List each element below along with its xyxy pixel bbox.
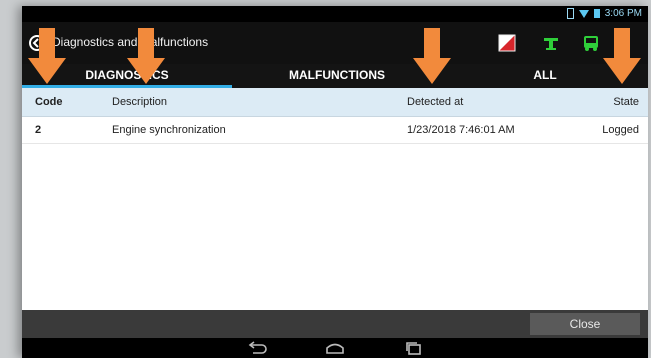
close-button[interactable]: Close [530,313,640,335]
status-time: 3:06 PM [604,8,642,19]
wifi-icon [578,9,589,18]
home-nav-icon[interactable] [325,341,345,355]
action-bar: Diagnostics and malfunctions [22,22,648,64]
column-header-description[interactable]: Description [112,88,167,116]
cell-code: 2 [35,124,42,136]
bus-icon[interactable] [582,34,600,52]
table-row[interactable]: 2 Engine synchronization 1/23/2018 7:46:… [22,117,648,144]
column-header-state[interactable]: State [613,88,639,116]
tab-malfunctions[interactable]: MALFUNCTIONS [232,64,442,88]
plug-icon[interactable] [542,34,560,52]
phone-icon[interactable] [498,34,516,52]
tab-bar: DIAGNOSTICS MALFUNCTIONS ALL [22,64,648,88]
annotation-arrow-detected-at [413,28,451,84]
signal-icon [593,9,600,18]
android-nav-bar [22,338,648,358]
battery-icon [566,8,574,19]
annotation-arrow-description [127,28,165,84]
cell-state: Logged [602,124,639,136]
annotation-arrow-state [603,28,641,84]
cell-description: Engine synchronization [112,124,226,136]
footer-bar: Close [22,310,648,338]
app-window: 3:06 PM Diagnostics and malfunctions DIA… [22,6,648,358]
recents-nav-icon[interactable] [404,341,424,355]
cell-detected-at: 1/23/2018 7:46:01 AM [407,124,515,136]
column-header-code[interactable]: Code [35,88,63,116]
annotation-arrow-code [28,28,66,84]
table-header: Code Description Detected at State [22,88,648,117]
back-nav-icon[interactable] [247,341,267,355]
status-bar: 3:06 PM [22,6,648,22]
column-header-detected-at[interactable]: Detected at [407,88,463,116]
